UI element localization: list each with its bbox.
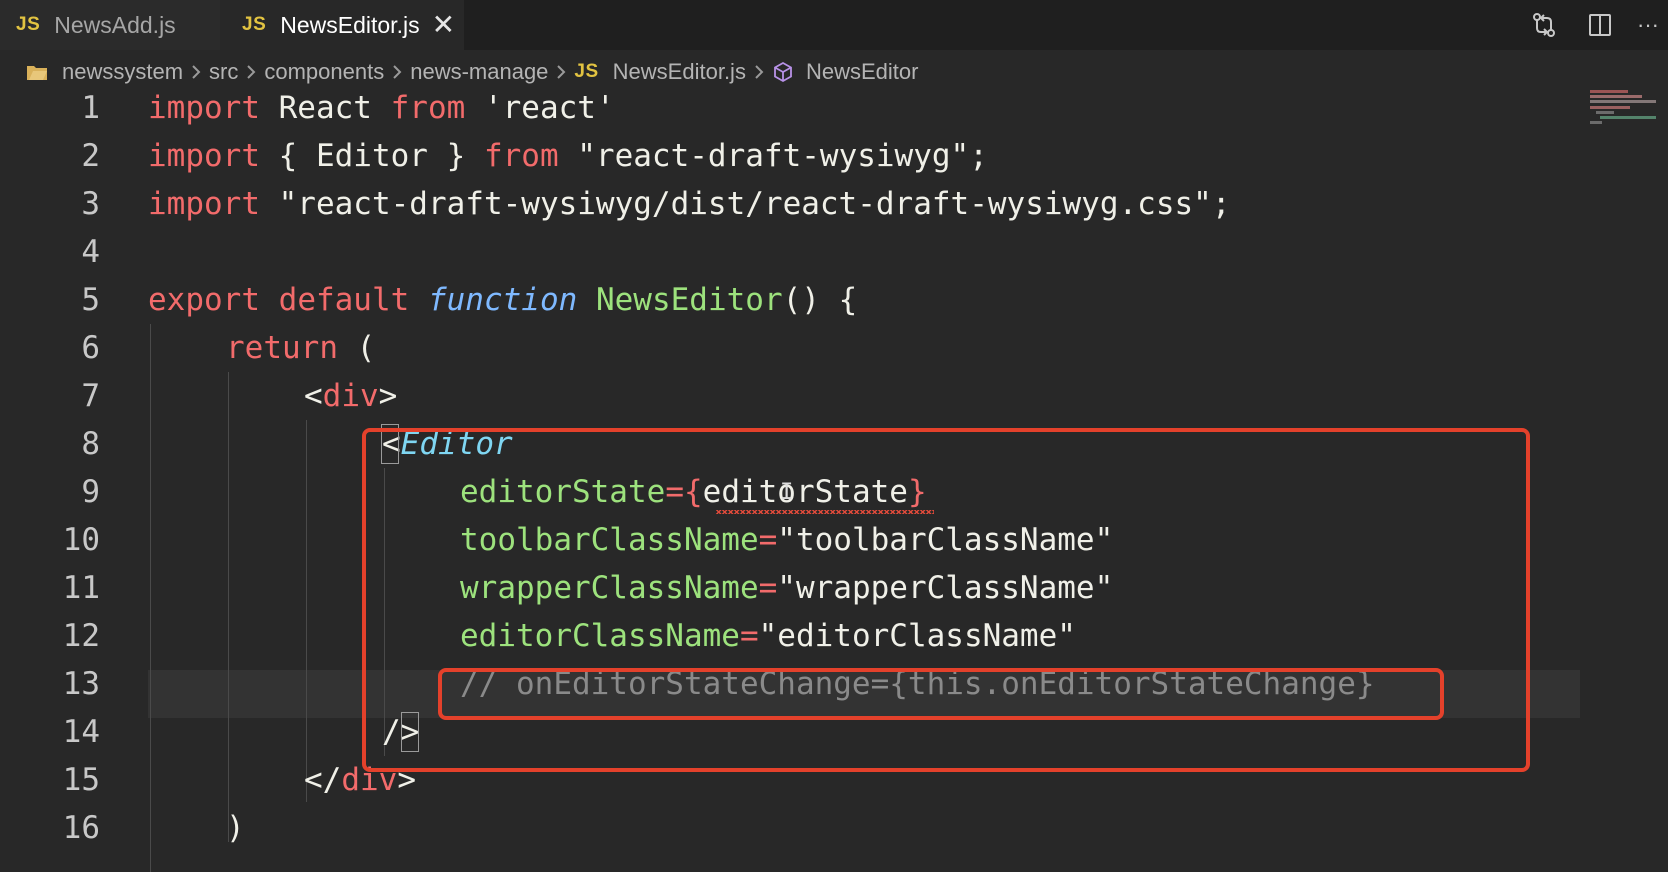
line-number: 12 xyxy=(62,618,100,654)
line-number: 3 xyxy=(81,186,100,222)
code-text: import { Editor } from "react-draft-wysi… xyxy=(148,138,988,174)
code-line-13: 13 // onEditorStateChange={this.onEditor… xyxy=(0,660,1668,708)
code-text: ) xyxy=(226,810,245,846)
code-line-3: 3 import "react-draft-wysiwyg/dist/react… xyxy=(0,180,1668,228)
code-text: export default function NewsEditor() { xyxy=(148,282,858,318)
line-number: 14 xyxy=(62,714,100,750)
code-text: import React from 'react' xyxy=(148,90,615,126)
code-line-11: 11 wrapperClassName="wrapperClassName" xyxy=(0,564,1668,612)
tab-label: NewsEditor.js xyxy=(280,11,420,38)
code-line-2: 2 import { Editor } from "react-draft-wy… xyxy=(0,132,1668,180)
js-file-icon: JS xyxy=(16,14,41,35)
error-squiggle xyxy=(716,510,934,514)
code-text: <Editor xyxy=(382,426,513,462)
code-line-16: 16 ) xyxy=(0,804,1668,852)
breadcrumb-item-newssystem[interactable]: newssystem xyxy=(62,59,183,85)
editor-actions: ··· xyxy=(1516,0,1668,50)
line-number: 4 xyxy=(81,234,100,270)
line-number: 5 xyxy=(81,282,100,318)
chevron-right-icon xyxy=(245,63,257,81)
line-number: 6 xyxy=(81,330,100,366)
breadcrumb-item-components[interactable]: components xyxy=(264,59,384,85)
code-line-5: 5 export default function NewsEditor() { xyxy=(0,276,1668,324)
tab-newseditor[interactable]: JS NewsEditor.js ✕ xyxy=(220,0,464,50)
code-line-1: 1 import React from 'react' xyxy=(0,84,1668,132)
chevron-right-icon xyxy=(190,63,202,81)
code-line-14: 14 /> xyxy=(0,708,1668,756)
folder-icon xyxy=(26,62,48,82)
breadcrumb-item-file[interactable]: NewsEditor.js xyxy=(613,59,746,85)
code-text: wrapperClassName="wrapperClassName" xyxy=(460,570,1114,606)
code-text: </div> xyxy=(304,762,416,798)
line-number: 16 xyxy=(62,810,100,846)
code-comment: // onEditorStateChange={this.onEditorSta… xyxy=(460,666,1375,702)
code-text: editorClassName="editorClassName" xyxy=(460,618,1076,654)
js-file-icon: JS xyxy=(242,14,267,35)
breadcrumb-item-src[interactable]: src xyxy=(209,59,238,85)
line-number: 11 xyxy=(62,570,100,606)
code-text: import "react-draft-wysiwyg/dist/react-d… xyxy=(148,186,1231,222)
code-text: editorState={editorState} xyxy=(460,474,927,510)
code-editor-window: JS NewsAdd.js JS NewsEditor.js ✕ ··· new… xyxy=(0,0,1668,872)
code-line-6: 6 return ( xyxy=(0,324,1668,372)
line-number: 9 xyxy=(81,474,100,510)
code-text: <div> xyxy=(304,378,398,414)
code-line-15: 15 </div> xyxy=(0,756,1668,804)
js-file-icon: JS xyxy=(574,61,599,82)
breadcrumb-item-news-manage[interactable]: news-manage xyxy=(410,59,548,85)
code-text: toolbarClassName="toolbarClassName" xyxy=(460,522,1114,558)
breadcrumb-item-symbol[interactable]: NewsEditor xyxy=(806,59,918,85)
line-number: 8 xyxy=(81,426,100,462)
text-cursor-icon: I xyxy=(780,480,794,505)
line-number: 15 xyxy=(62,762,100,798)
chevron-right-icon xyxy=(391,63,403,81)
split-editor-icon[interactable] xyxy=(1572,0,1628,50)
code-line-10: 10 toolbarClassName="toolbarClassName" xyxy=(0,516,1668,564)
close-icon[interactable]: ✕ xyxy=(432,11,455,39)
code-line-4: 4 xyxy=(0,228,1668,276)
line-number: 10 xyxy=(62,522,100,558)
line-number: 1 xyxy=(81,90,100,126)
code-editor[interactable]: 1 import React from 'react' 2 import { E… xyxy=(0,84,1668,872)
code-text: return ( xyxy=(226,330,376,366)
code-line-12: 12 editorClassName="editorClassName" xyxy=(0,612,1668,660)
tab-label: NewsAdd.js xyxy=(54,11,176,38)
more-actions-icon[interactable]: ··· xyxy=(1628,0,1668,50)
line-number: 7 xyxy=(81,378,100,414)
bracket-match-marker xyxy=(401,712,419,752)
code-line-8: 8 <Editor xyxy=(0,420,1668,468)
tab-newsadd[interactable]: JS NewsAdd.js xyxy=(0,0,220,50)
chevron-right-icon xyxy=(555,63,567,81)
line-number: 13 xyxy=(62,666,100,702)
tab-bar: JS NewsAdd.js JS NewsEditor.js ✕ ··· xyxy=(0,0,1668,50)
code-line-9: 9 editorState={editorState} xyxy=(0,468,1668,516)
chevron-right-icon xyxy=(753,63,765,81)
compare-changes-icon[interactable] xyxy=(1516,0,1572,50)
code-line-7: 7 <div> xyxy=(0,372,1668,420)
line-number: 2 xyxy=(81,138,100,174)
symbol-cube-icon xyxy=(772,61,794,83)
bracket-match-marker xyxy=(381,424,399,464)
